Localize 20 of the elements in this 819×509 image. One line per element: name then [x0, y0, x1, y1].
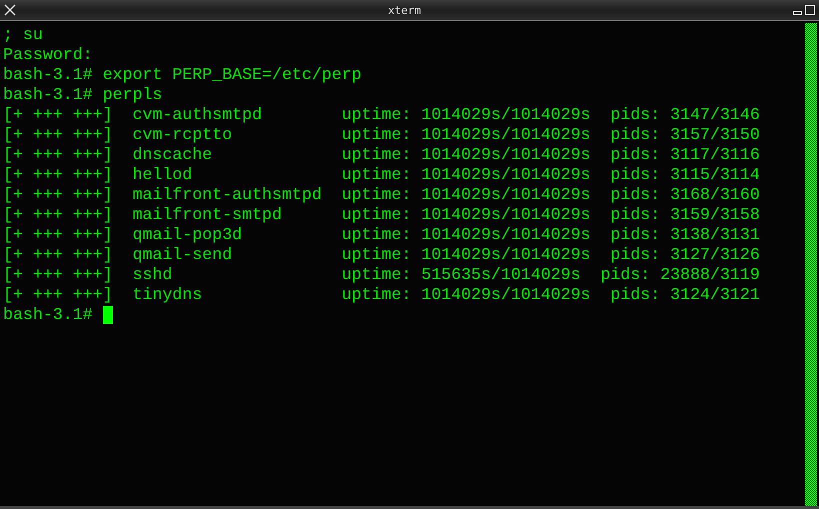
close-icon[interactable]: [4, 4, 16, 16]
shell-prompt: bash-3.1#: [3, 305, 93, 325]
terminal-line: bash-3.1# perpls: [3, 85, 164, 105]
terminal-line: [+ +++ +++] hellod uptime: 1014029s/1014029s pids: 3115/3114: [3, 165, 761, 185]
terminal-line: [+ +++ +++] qmail-send uptime: 1014029s/1014029s pids: 3127/3126: [3, 245, 761, 265]
terminal-line: [+ +++ +++] dnscache uptime: 1014029s/1014029s pids: 3117/3116: [3, 145, 761, 165]
terminal-line: Password:: [3, 45, 94, 65]
terminal-line: [+ +++ +++] qmail-pop3d uptime: 1014029s/1014029s pids: 3138/3131: [3, 225, 761, 245]
terminal-line: [+ +++ +++] cvm-authsmtpd uptime: 1014029s/1014029s pids: 3147/3146: [3, 105, 761, 125]
scrollbar[interactable]: [805, 23, 817, 506]
window-title: xterm: [388, 4, 422, 16]
terminal-line: [+ +++ +++] tinydns uptime: 1014029s/1014029s pids: 3124/3121: [3, 285, 761, 305]
terminal-line: [+ +++ +++] sshd uptime: 515635s/1014029s pids: 23888/3119: [3, 265, 761, 285]
text-cursor: [102, 306, 113, 324]
maximize-icon[interactable]: [805, 5, 815, 15]
terminal-line: [+ +++ +++] mailfront-smtpd uptime: 1014029s/1014029s pids: 3159/3158: [3, 205, 761, 225]
terminal-line: ; su: [3, 25, 44, 45]
terminal-line: [+ +++ +++] mailfront-authsmtpd uptime: 1014029s/1014029s pids: 3168/3160: [3, 185, 761, 205]
terminal-line: bash-3.1# export PERP_BASE=/etc/perp: [3, 65, 362, 85]
terminal-line: [+ +++ +++] cvm-rcptto uptime: 1014029s/1014029s pids: 3157/3150: [3, 125, 761, 145]
